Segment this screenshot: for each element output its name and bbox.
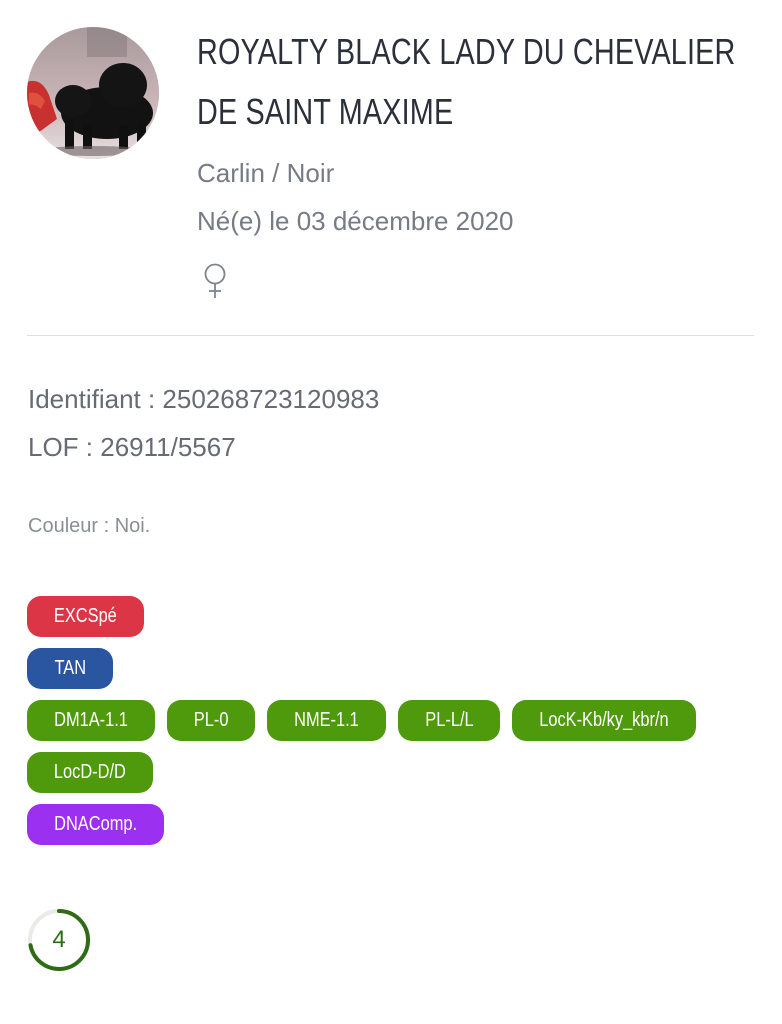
badge-label: TAN [53,657,86,679]
badge-label: PL-0 [193,709,229,731]
badge-nme-1-1[interactable]: NME-1.1 [267,700,387,741]
badge-tan[interactable]: TAN [27,648,113,689]
badge-label: PL-L/L [425,709,474,731]
birth-date: Né(e) le 03 décembre 2020 [197,206,514,236]
badge-row: DM1A-1.1 PL-0 NME-1.1 PL-L/L LocK-Kb/ky_kbr/… [27,700,767,741]
identifiant: Identifiant : 250268723120983 [28,384,380,414]
badge-label: NME-1.1 [294,709,360,731]
badge-label: DNAComp. [53,813,137,835]
female-icon [204,263,226,298]
dog-photo [27,27,159,159]
divider [27,335,754,336]
badge-label: LocD-D/D [53,761,126,783]
badge-dnacomp-[interactable]: DNAComp. [27,804,164,845]
dog-name: ROYALTY BLACK LADY DU CHEVALIER DE SAINT… [197,31,736,132]
badge-row: DNAComp. [27,804,767,845]
badge-label: LocK-Kb/ky_kbr/n [539,709,669,731]
badge-dm1a-1-1[interactable]: DM1A-1.1 [27,700,155,741]
score-indicator: 4 [27,908,91,972]
badge-lock-kb-ky-kbr-n[interactable]: LocK-Kb/ky_kbr/n [512,700,696,741]
badge-row: EXCSpé [27,596,767,637]
dog-avatar[interactable] [27,27,159,159]
badge-label: DM1A-1.1 [53,709,128,731]
lof-number: LOF : 26911/5567 [28,432,236,462]
dog-header: ROYALTY BLACK LADY DU CHEVALIER DE SAINT… [0,0,782,336]
couleur: Couleur : Noi. [28,515,151,537]
badge-row: LocD-D/D [27,752,767,793]
badge-row: TAN [27,648,767,689]
score-value: 4 [52,926,66,953]
badge-locd-d-d[interactable]: LocD-D/D [27,752,153,793]
breed-color: Carlin / Noir [197,158,335,188]
badge-excsp-[interactable]: EXCSpé [27,596,144,637]
badge-label: EXCSpé [53,605,117,627]
badge-list: EXCSpé TAN DM1A-1.1 PL-0 NME-1.1 PL-L/L LocK-K… [27,596,767,856]
badge-pl-0[interactable]: PL-0 [166,700,256,741]
badge-pl-l-l[interactable]: PL-L/L [398,700,501,741]
